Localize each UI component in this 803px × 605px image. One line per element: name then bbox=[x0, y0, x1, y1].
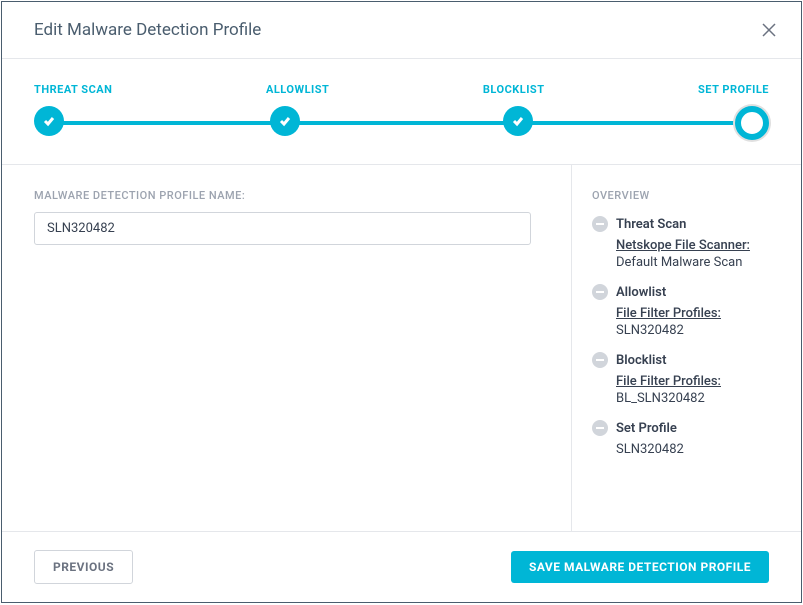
modal-header: Edit Malware Detection Profile bbox=[2, 2, 801, 59]
step-circle-set-profile[interactable] bbox=[735, 106, 769, 140]
modal-footer: PREVIOUS SAVE MALWARE DETECTION PROFILE bbox=[2, 532, 801, 602]
overview-value: Default Malware Scan bbox=[616, 255, 781, 270]
collapse-icon[interactable] bbox=[592, 352, 608, 368]
close-icon[interactable] bbox=[761, 22, 777, 38]
profile-name-label: MALWARE DETECTION PROFILE NAME: bbox=[34, 189, 539, 202]
step-label-blocklist: BLOCKLIST bbox=[483, 83, 545, 96]
step-label-allowlist: ALLOWLIST bbox=[266, 83, 329, 96]
step-label-set-profile: SET PROFILE bbox=[698, 83, 769, 96]
step-circle-threat-scan[interactable] bbox=[34, 106, 64, 136]
modal-title: Edit Malware Detection Profile bbox=[34, 20, 261, 40]
overview-value: SLN320482 bbox=[616, 323, 781, 338]
overview-link-netskope-scanner[interactable]: Netskope File Scanner: bbox=[616, 238, 781, 253]
collapse-icon[interactable] bbox=[592, 284, 608, 300]
overview-value: SLN320482 bbox=[616, 442, 781, 457]
stepper: THREAT SCAN ALLOWLIST BLOCKLIST SET PROF… bbox=[2, 59, 801, 165]
overview-link-file-filter-block[interactable]: File Filter Profiles: bbox=[616, 374, 781, 389]
step-label-threat-scan: THREAT SCAN bbox=[34, 83, 112, 96]
overview-title: OVERVIEW bbox=[592, 189, 781, 202]
collapse-icon[interactable] bbox=[592, 420, 608, 436]
main-panel: MALWARE DETECTION PROFILE NAME: bbox=[2, 165, 571, 531]
collapse-icon[interactable] bbox=[592, 216, 608, 232]
overview-item-blocklist: Blocklist File Filter Profiles: BL_SLN32… bbox=[592, 352, 781, 406]
modal-dialog: Edit Malware Detection Profile THREAT SC… bbox=[1, 1, 802, 603]
overview-item-set-profile: Set Profile SLN320482 bbox=[592, 420, 781, 457]
modal-body: MALWARE DETECTION PROFILE NAME: OVERVIEW… bbox=[2, 165, 801, 531]
overview-panel: OVERVIEW Threat Scan Netskope File Scann… bbox=[571, 165, 801, 531]
profile-name-input[interactable] bbox=[34, 212, 531, 245]
step-circle-allowlist[interactable] bbox=[270, 106, 300, 136]
overview-link-file-filter-allow[interactable]: File Filter Profiles: bbox=[616, 306, 781, 321]
save-button[interactable]: SAVE MALWARE DETECTION PROFILE bbox=[511, 551, 769, 583]
overview-value: BL_SLN320482 bbox=[616, 391, 781, 406]
overview-item-allowlist: Allowlist File Filter Profiles: SLN32048… bbox=[592, 284, 781, 338]
overview-item-title: Blocklist bbox=[616, 353, 666, 368]
overview-item-threat-scan: Threat Scan Netskope File Scanner: Defau… bbox=[592, 216, 781, 270]
overview-item-title: Threat Scan bbox=[616, 217, 686, 232]
overview-item-title: Set Profile bbox=[616, 421, 677, 436]
previous-button[interactable]: PREVIOUS bbox=[34, 550, 133, 584]
step-circle-blocklist[interactable] bbox=[503, 106, 533, 136]
overview-item-title: Allowlist bbox=[616, 285, 666, 300]
